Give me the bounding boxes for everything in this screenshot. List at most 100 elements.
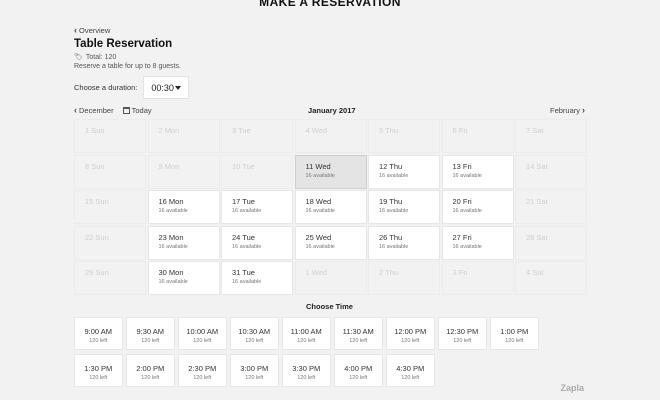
calendar-grid: 1 Sun 2 Mon 3 Tue 4 Wed 5 Thu 6 Fri 7 Sat 8 Sun… [74,119,587,295]
calendar-day: 5 Thu [368,119,440,153]
time-slot[interactable]: 1:00 PM 120 left [490,317,539,350]
calendar-day: 28 Sat [515,225,587,260]
reservation-panel: ‹ Overview Table Reservation 🏷 Total: 12… [74,26,587,387]
calendar-day: 14 Sat [515,154,587,189]
calendar-day[interactable]: 25 Wed 16 available [294,225,367,260]
seats-left-label: 120 left [141,338,160,344]
time-slot[interactable]: 11:30 AM 120 left [334,317,383,350]
seats-left-label: 120 left [245,338,264,344]
availability-label: 16 available [379,208,409,214]
calendar-day: 29 Sun [74,261,146,295]
availability-label: 16 available [232,208,262,214]
availability-label: 16 available [452,208,482,214]
duration-select[interactable]: 00:30 [143,76,190,99]
next-month-button[interactable]: February › [549,105,585,115]
seats-left-label: 120 left [297,375,316,381]
seats-left-label: 120 left [349,375,368,381]
day-label: 2 Mon [158,126,180,135]
day-label: 16 Mon [158,197,184,206]
time-slot[interactable]: 3:00 PM 120 left [230,354,279,387]
day-label: 25 Wed [305,232,332,242]
day-label: 30 Mon [158,268,184,277]
calendar-day[interactable]: 16 Mon 16 available [147,190,220,224]
calendar-day[interactable]: 31 Tue 16 available [221,261,293,295]
day-label: 24 Tue [232,232,255,242]
time-slot[interactable]: 12:30 PM 120 left [438,317,487,350]
time-slot[interactable]: 9:30 AM 120 left [126,317,175,350]
seats-left-label: 120 left [193,338,212,344]
seats-left-label: 120 left [193,375,212,381]
overview-link[interactable]: ‹ Overview [74,26,585,36]
time-slot[interactable]: 4:00 PM 120 left [334,354,383,387]
page-title: MAKE A RESERVATION [259,0,401,9]
calendar-day[interactable]: 17 Tue 16 available [221,190,293,224]
day-label: 29 Sun [85,268,109,277]
calendar-day: 8 Sun [74,154,146,189]
brand-logo: Zapla [560,383,584,393]
calendar-day[interactable]: 23 Mon 16 available [147,225,220,260]
seats-left-label: 120 left [505,338,524,344]
time-label: 10:00 AM [186,327,219,336]
calendar-day[interactable]: 27 Fri 16 available [441,225,514,260]
day-label: 22 Sun [85,232,109,242]
time-slots: 9:00 AM 120 left 9:30 AM 120 left 10:00 AM 12… [74,317,585,387]
day-label: 3 Tue [232,126,251,135]
availability-label: 16 available [158,243,188,250]
time-label: 3:30 PM [292,364,321,373]
calendar-day: 7 Sat [515,119,587,153]
day-label: 8 Sun [85,161,105,171]
day-label: 14 Sat [526,161,548,171]
calendar-day[interactable]: 24 Tue 16 available [221,225,293,260]
time-slot[interactable]: 11:00 AM 120 left [282,317,331,350]
day-label: 3 Fri [452,268,468,277]
availability-label: 16 available [305,208,335,214]
time-slot[interactable]: 2:30 PM 120 left [178,354,227,387]
time-label: 9:00 AM [84,327,113,336]
calendar-day[interactable]: 26 Thu 16 available [368,225,440,260]
calendar-day: 4 Sat [515,261,587,295]
time-slot[interactable]: 10:00 AM 120 left [178,317,227,350]
calendar-day[interactable]: 18 Wed 16 available [294,190,367,224]
day-label: 6 Fri [452,126,468,135]
today-label: Today [131,105,152,115]
availability-label: 16 available [232,243,262,250]
calendar-day[interactable]: 30 Mon 16 available [147,261,220,295]
day-label: 7 Sat [526,126,544,135]
total-label: Total: 120 [85,53,117,61]
time-slot[interactable]: 9:00 AM 120 left [74,317,123,350]
calendar-day[interactable]: 19 Thu 16 available [368,190,440,224]
prev-month-button[interactable]: ‹ December [74,104,114,115]
time-slot[interactable]: 3:30 PM 120 left [282,354,331,387]
calendar-day[interactable]: 13 Fri 16 available [441,154,514,189]
duration-label: Choose a duration: [74,83,138,92]
calendar-day: 2 Thu [368,261,440,295]
total-row: 🏷 Total: 120 [74,53,585,62]
day-label: 13 Fri [452,161,472,171]
seats-left-label: 120 left [349,338,368,344]
calendar-nav: ‹ December Today January 2017 February › [74,104,585,116]
day-label: 11 Wed [305,161,331,171]
seats-left-label: 120 left [89,375,108,381]
day-label: 4 Sat [526,268,544,277]
time-label: 4:00 PM [344,364,373,373]
time-slot[interactable]: 12:00 PM 120 left [386,317,435,350]
time-slot[interactable]: 4:30 PM 120 left [386,354,435,387]
calendar-icon [122,106,130,114]
seats-left-label: 120 left [453,338,472,344]
day-label: 9 Mon [158,161,180,171]
calendar-day: 15 Sun [74,190,146,224]
next-month-label: February [549,105,580,115]
calendar-day: 3 Fri [441,261,514,295]
caret-down-icon [175,85,182,90]
time-slot[interactable]: 2:00 PM 120 left [126,354,175,387]
calendar-day[interactable]: 11 Wed 16 available [294,154,367,189]
calendar-day[interactable]: 12 Thu 16 available [368,154,440,189]
calendar-day: 2 Mon [147,119,220,153]
day-label: 17 Tue [232,197,255,206]
duration-row: Choose a duration: 00:30 [74,76,585,99]
time-slot[interactable]: 10:30 AM 120 left [230,317,279,350]
today-button[interactable]: Today [122,105,152,115]
calendar-day[interactable]: 20 Fri 16 available [441,190,514,224]
time-slot[interactable]: 1:30 PM 120 left [74,354,123,387]
chevron-left-icon: ‹ [74,104,77,115]
